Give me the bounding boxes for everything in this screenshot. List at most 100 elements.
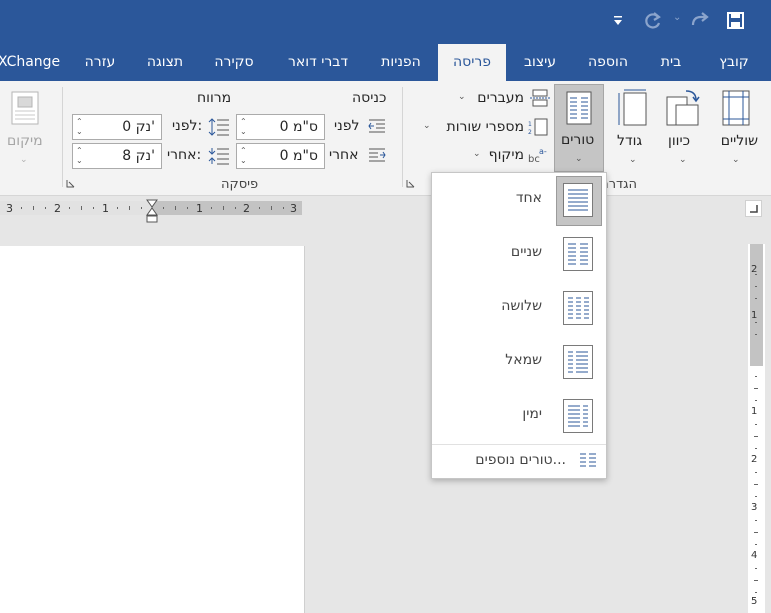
indent-before-label: לפני xyxy=(334,118,360,134)
indent-before-stepper-icon[interactable]: ⌃ ⌄ xyxy=(240,117,250,137)
spacing-before-stepper-icon[interactable]: ⌃ ⌄ xyxy=(76,117,86,137)
ribbon-layout: שוליים ⌄ כיוון ⌄ גודל ⌄ טורים ⌄ מעברים ⌄… xyxy=(0,81,771,196)
line-numbers-chevron-icon: ⌄ xyxy=(423,121,431,131)
save-icon[interactable] xyxy=(727,12,744,29)
columns-option-left[interactable]: שמאל xyxy=(432,336,606,390)
spacing-launcher-icon[interactable] xyxy=(66,179,75,188)
orientation-chevron-icon: ⌄ xyxy=(679,155,687,165)
three-columns-icon xyxy=(563,291,593,325)
spacing-after-value: 8 נק' xyxy=(122,148,155,164)
vruler-number: 3 xyxy=(751,502,758,513)
indent-before-value: 0 ס"מ xyxy=(279,119,318,135)
redo-icon[interactable] xyxy=(690,12,710,29)
document-page[interactable] xyxy=(0,246,305,613)
more-columns-label: טורים נוספים... xyxy=(475,452,566,468)
spacing-after-stepper-icon[interactable]: ⌃ ⌄ xyxy=(76,146,86,166)
size-icon xyxy=(618,89,647,126)
columns-option-two[interactable]: שניים xyxy=(432,228,606,282)
ruler-left-number: 2 xyxy=(54,202,61,215)
spacing-after-label: אחרי: xyxy=(167,147,202,163)
columns-dropdown: אחד שניים שלושה שמאל ימין טורים נוספים..… xyxy=(431,172,607,479)
position-icon xyxy=(11,91,39,125)
size-chevron-icon: ⌄ xyxy=(629,155,637,165)
ruler-right-number: 2 xyxy=(243,202,250,215)
columns-option-three[interactable]: שלושה xyxy=(432,282,606,336)
svg-text:1: 1 xyxy=(528,121,532,128)
position-label: מיקום xyxy=(7,133,43,149)
breaks-button[interactable]: מעברים ⌄ xyxy=(455,89,551,109)
tab-layout[interactable]: פריסה xyxy=(438,44,506,81)
vruler-number: 1 xyxy=(751,310,758,321)
margins-button[interactable]: שוליים ⌄ xyxy=(708,85,764,171)
menu-separator xyxy=(432,444,606,445)
size-label: גודל xyxy=(617,133,643,149)
more-columns-item[interactable]: טורים נוספים... xyxy=(432,447,606,475)
tab-review[interactable]: סקירה xyxy=(203,44,265,81)
columns-option-right[interactable]: ימין xyxy=(432,390,606,444)
size-button[interactable]: גודל ⌄ xyxy=(610,85,656,171)
paragraph-group-label: פיסקה xyxy=(221,177,259,192)
indent-after-stepper-icon[interactable]: ⌃ ⌄ xyxy=(240,146,250,166)
vruler-number: 2 xyxy=(751,264,758,275)
columns-button[interactable]: טורים ⌄ xyxy=(554,84,604,172)
tab-references[interactable]: הפניות xyxy=(370,44,432,81)
indent-after-icon xyxy=(369,148,386,162)
hyphenation-button[interactable]: bc a- מיקוף ⌄ xyxy=(470,146,551,166)
group-separator xyxy=(402,87,403,187)
redo-dropdown-icon[interactable]: ⌄ xyxy=(673,12,681,23)
indent-after-spinner[interactable]: 0 ס"מ ⌃ ⌄ xyxy=(236,143,325,169)
margins-label: שוליים xyxy=(720,133,758,149)
margins-icon xyxy=(722,90,750,126)
columns-option-label: אחד xyxy=(515,190,542,206)
one-column-icon xyxy=(563,183,593,217)
columns-option-one[interactable]: אחד xyxy=(432,174,606,228)
customize-toolbar-icon[interactable] xyxy=(614,16,622,26)
vruler-number: 5 xyxy=(751,596,758,607)
ruler-right-number: 3 xyxy=(290,202,297,215)
more-columns-icon xyxy=(580,453,596,467)
left-column-icon xyxy=(563,345,593,379)
tab-help[interactable]: עזרה xyxy=(74,44,126,81)
position-button[interactable]: מיקום ⌄ xyxy=(0,85,52,173)
hyphenation-label: מיקוף xyxy=(488,147,524,163)
orientation-button[interactable]: כיוון ⌄ xyxy=(660,85,706,171)
ribbon-tabs: קובץ בית הוספה עיצוב פריסה הפניות דברי ד… xyxy=(0,44,771,81)
indent-after-label: אחרי xyxy=(329,147,359,163)
line-numbers-button[interactable]: 1 2 מספרי שורות ⌄ xyxy=(420,118,551,138)
columns-icon xyxy=(566,91,592,125)
position-chevron-icon: ⌄ xyxy=(20,155,28,165)
paragraph-launcher-icon[interactable] xyxy=(406,179,415,188)
right-column-icon xyxy=(563,399,593,433)
spacing-after-spinner[interactable]: 8 נק' ⌃ ⌄ xyxy=(72,143,162,169)
columns-option-label: שמאל xyxy=(505,352,542,368)
columns-option-label: שלושה xyxy=(501,298,542,314)
tab-design[interactable]: עיצוב xyxy=(511,44,569,81)
vruler-number: 2 xyxy=(751,454,758,465)
tab-xchange[interactable]: XChange xyxy=(0,44,60,81)
tab-mailings[interactable]: דברי דואר xyxy=(273,44,363,81)
line-numbers-label: מספרי שורות xyxy=(446,119,524,135)
line-numbers-icon: 1 2 xyxy=(528,118,548,136)
hyphenation-chevron-icon: ⌄ xyxy=(473,149,481,159)
columns-option-label: שניים xyxy=(510,244,542,260)
indent-before-spinner[interactable]: 0 ס"מ ⌃ ⌄ xyxy=(236,114,325,140)
tab-view[interactable]: תצוגה xyxy=(136,44,194,81)
tab-file[interactable]: קובץ xyxy=(706,44,762,81)
repeat-icon[interactable] xyxy=(643,11,663,30)
two-columns-icon xyxy=(563,237,593,271)
breaks-icon xyxy=(530,89,550,107)
tab-insert[interactable]: הוספה xyxy=(578,44,638,81)
ruler-toggle-icon[interactable] xyxy=(745,200,762,217)
indent-marker-icon[interactable] xyxy=(146,199,158,223)
title-bar: ⌄ xyxy=(0,0,771,44)
spacing-before-label: לפני: xyxy=(172,118,203,134)
indent-heading: כניסה xyxy=(352,90,387,106)
spacing-before-spinner[interactable]: 0 נק' ⌃ ⌄ xyxy=(72,114,162,140)
tab-home[interactable]: בית xyxy=(650,44,692,81)
vertical-ruler: 2 1 1 2 3 4 5 xyxy=(748,244,765,613)
orientation-icon xyxy=(666,90,700,126)
breaks-label: מעברים xyxy=(477,90,524,106)
columns-label: טורים xyxy=(561,132,595,148)
indent-after-value: 0 ס"מ xyxy=(279,148,318,164)
vruler-number: 1 xyxy=(751,406,758,417)
